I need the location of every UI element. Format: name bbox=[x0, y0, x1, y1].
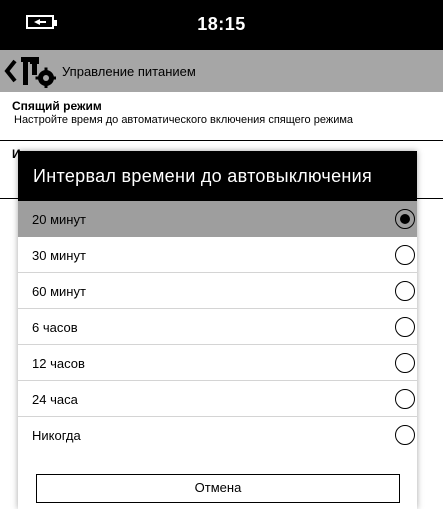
radio-selected[interactable] bbox=[395, 209, 415, 229]
option-label: Никогда bbox=[32, 428, 81, 443]
setting-subtitle: Настройте время до автоматического включ… bbox=[14, 114, 354, 126]
radio-unselected[interactable] bbox=[395, 353, 415, 373]
app-bar: Управление питанием bbox=[0, 50, 443, 92]
dialog-header: Интервал времени до автовыключения bbox=[18, 151, 417, 201]
radio-unselected[interactable] bbox=[395, 317, 415, 337]
page-title: Управление питанием bbox=[62, 64, 196, 79]
option-30-min[interactable]: 30 минут bbox=[18, 237, 417, 273]
status-bar: 18:15 bbox=[0, 0, 443, 50]
setting-sleep-mode[interactable]: Спящий режим Настройте время до автомати… bbox=[12, 99, 353, 126]
interval-dialog: Интервал времени до автовыключения 20 ми… bbox=[18, 151, 417, 509]
option-label: 20 минут bbox=[32, 212, 86, 227]
option-label: 12 часов bbox=[32, 356, 85, 371]
options-list: 20 минут 30 минут 60 минут 6 часов 12 ча… bbox=[18, 201, 417, 453]
option-6-hours[interactable]: 6 часов bbox=[18, 309, 417, 345]
option-label: 30 минут bbox=[32, 248, 86, 263]
option-never[interactable]: Никогда bbox=[18, 417, 417, 453]
divider bbox=[0, 140, 443, 141]
status-time: 18:15 bbox=[197, 14, 246, 34]
option-20-min[interactable]: 20 минут bbox=[18, 201, 417, 237]
setting-title: Спящий режим bbox=[12, 99, 102, 113]
tools-gear-icon bbox=[20, 54, 56, 93]
radio-unselected[interactable] bbox=[395, 389, 415, 409]
dialog-title: Интервал времени до автовыключения bbox=[33, 166, 373, 186]
back-chevron-icon[interactable] bbox=[4, 59, 18, 88]
radio-unselected[interactable] bbox=[395, 425, 415, 445]
option-60-min[interactable]: 60 минут bbox=[18, 273, 417, 309]
option-label: 60 минут bbox=[32, 284, 86, 299]
option-label: 6 часов bbox=[32, 320, 78, 335]
radio-unselected[interactable] bbox=[395, 245, 415, 265]
radio-unselected[interactable] bbox=[395, 281, 415, 301]
option-label: 24 часа bbox=[32, 392, 78, 407]
option-24-hours[interactable]: 24 часа bbox=[18, 381, 417, 417]
option-12-hours[interactable]: 12 часов bbox=[18, 345, 417, 381]
cancel-button[interactable]: Отмена bbox=[36, 474, 400, 503]
